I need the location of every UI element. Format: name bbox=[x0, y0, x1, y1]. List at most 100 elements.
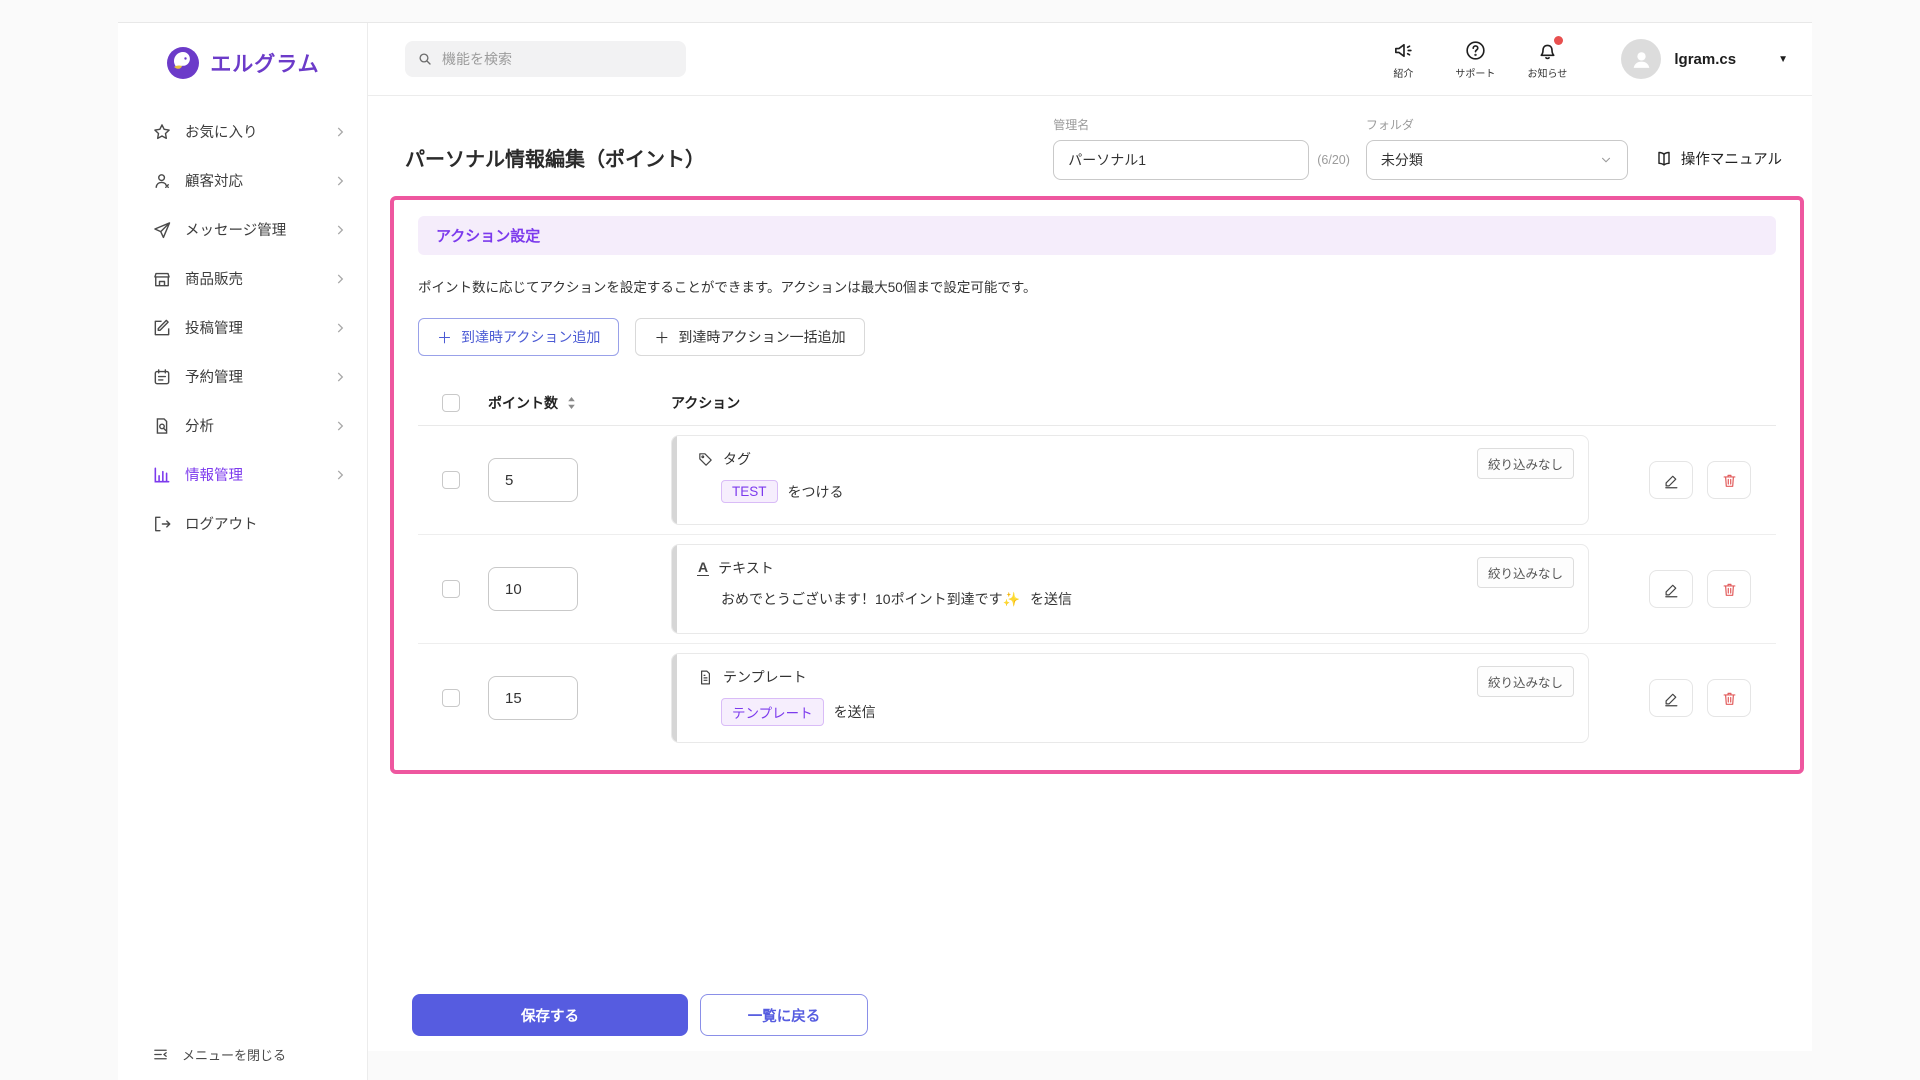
chevron-right-icon bbox=[333, 272, 347, 286]
sidebar-item-label: メッセージ管理 bbox=[185, 219, 333, 240]
actions-table: ポイント数 アクション bbox=[418, 380, 1776, 752]
save-button[interactable]: 保存する bbox=[412, 994, 688, 1036]
tag-icon bbox=[697, 451, 714, 468]
pencil-icon bbox=[1663, 581, 1680, 598]
char-counter: (6/20) bbox=[1317, 153, 1350, 167]
sort-icon[interactable] bbox=[566, 396, 577, 410]
page-title: パーソナル情報編集（ポイント） bbox=[405, 143, 705, 172]
news-label: お知らせ bbox=[1527, 65, 1567, 80]
search-input[interactable] bbox=[442, 51, 674, 67]
delete-button[interactable] bbox=[1707, 461, 1751, 499]
delete-button[interactable] bbox=[1707, 570, 1751, 608]
bulk-add-action-label: 到達時アクション一括追加 bbox=[678, 327, 845, 347]
sidebar: エルグラム お気に入り 顧客対応 メッセージ管理 商品販売 bbox=[118, 23, 368, 1080]
avatar-person-icon bbox=[1629, 47, 1654, 72]
sidebar-item-favorites[interactable]: お気に入り bbox=[118, 107, 367, 156]
intro-label: 紹介 bbox=[1393, 65, 1413, 80]
collapse-menu-button[interactable]: メニューを閉じる bbox=[152, 1045, 286, 1064]
send-icon bbox=[152, 220, 172, 240]
action-row: タグ TEST をつける 絞り込みなし bbox=[418, 426, 1776, 535]
points-input[interactable] bbox=[488, 676, 578, 720]
add-action-label: 到達時アクション追加 bbox=[461, 327, 600, 347]
chevron-right-icon bbox=[333, 468, 347, 482]
store-icon bbox=[152, 269, 172, 289]
main-area: パーソナル情報編集（ポイント） 管理名 (6/20) フォルダ 未分類 bbox=[368, 96, 1812, 1080]
sidebar-item-post-management[interactable]: 投稿管理 bbox=[118, 303, 367, 352]
collapse-menu-icon bbox=[152, 1046, 169, 1063]
help-circle-icon bbox=[1464, 39, 1487, 62]
topbar: 紹介 サポート お知らせ lgram.cs ▼ bbox=[368, 23, 1812, 96]
sidebar-item-product-sales[interactable]: 商品販売 bbox=[118, 254, 367, 303]
search-box[interactable] bbox=[405, 41, 686, 77]
intro-button[interactable]: 紹介 bbox=[1381, 39, 1425, 80]
collapse-menu-label: メニューを閉じる bbox=[182, 1045, 286, 1064]
row-checkbox[interactable] bbox=[442, 471, 460, 489]
folder-select-value: 未分類 bbox=[1381, 150, 1423, 170]
points-input[interactable] bbox=[488, 567, 578, 611]
action-type: テキスト bbox=[718, 558, 774, 578]
support-label: サポート bbox=[1455, 65, 1495, 80]
sidebar-menu: お気に入り 顧客対応 メッセージ管理 商品販売 投稿管理 bbox=[118, 107, 367, 548]
edit-square-icon bbox=[152, 318, 172, 338]
action-suffix: を送信 bbox=[834, 702, 876, 722]
filter-badge: 絞り込みなし bbox=[1477, 448, 1574, 479]
template-badge: テンプレート bbox=[721, 698, 824, 726]
pencil-icon bbox=[1663, 472, 1680, 489]
chevron-down-icon bbox=[1599, 153, 1613, 167]
logo[interactable]: エルグラム bbox=[118, 23, 367, 81]
avatar bbox=[1621, 39, 1661, 79]
folder-label: フォルダ bbox=[1366, 116, 1628, 133]
manual-link-label: 操作マニュアル bbox=[1681, 148, 1782, 169]
edit-button[interactable] bbox=[1649, 461, 1693, 499]
back-to-list-button[interactable]: 一覧に戻る bbox=[700, 994, 868, 1036]
logo-text: エルグラム bbox=[210, 48, 319, 78]
bulk-add-action-button[interactable]: ＋ 到達時アクション一括追加 bbox=[635, 318, 864, 356]
points-column-header: ポイント数 bbox=[488, 393, 558, 413]
search-icon bbox=[417, 51, 433, 67]
action-type: タグ bbox=[723, 449, 751, 469]
sidebar-item-analytics[interactable]: 分析 bbox=[118, 401, 367, 450]
user-menu[interactable]: lgram.cs ▼ bbox=[1621, 39, 1788, 79]
add-action-button[interactable]: ＋ 到達時アクション追加 bbox=[418, 318, 619, 356]
edit-button[interactable] bbox=[1649, 570, 1693, 608]
chevron-right-icon bbox=[333, 174, 347, 188]
news-button[interactable]: お知らせ bbox=[1525, 39, 1569, 80]
sidebar-item-customer-support[interactable]: 顧客対応 bbox=[118, 156, 367, 205]
sidebar-item-label: 顧客対応 bbox=[185, 170, 333, 191]
book-icon bbox=[1654, 149, 1674, 169]
sidebar-item-reservation-management[interactable]: 予約管理 bbox=[118, 352, 367, 401]
topbar-actions: 紹介 サポート お知らせ lgram.cs ▼ bbox=[1381, 39, 1788, 80]
row-checkbox[interactable] bbox=[442, 580, 460, 598]
section-title: アクション設定 bbox=[418, 216, 1776, 255]
delete-button[interactable] bbox=[1707, 679, 1751, 717]
chevron-right-icon bbox=[333, 321, 347, 335]
action-message: おめでとうございます！10ポイント到達です✨ bbox=[721, 589, 1020, 609]
sidebar-item-label: ログアウト bbox=[185, 513, 347, 534]
notification-dot bbox=[1554, 36, 1563, 45]
folder-select[interactable]: 未分類 bbox=[1366, 140, 1628, 180]
manual-link[interactable]: 操作マニュアル bbox=[1654, 148, 1782, 169]
plus-icon: ＋ bbox=[437, 327, 452, 348]
pencil-icon bbox=[1663, 690, 1680, 707]
points-input[interactable] bbox=[488, 458, 578, 502]
sidebar-item-logout[interactable]: ログアウト bbox=[118, 499, 367, 548]
sidebar-item-label: 情報管理 bbox=[185, 464, 333, 485]
select-all-checkbox[interactable] bbox=[442, 394, 460, 412]
sidebar-item-label: お気に入り bbox=[185, 121, 333, 142]
edit-button[interactable] bbox=[1649, 679, 1693, 717]
action-row: A テキスト おめでとうございます！10ポイント到達です✨ を送信 絞り込みなし bbox=[418, 535, 1776, 644]
admin-name-input[interactable] bbox=[1053, 140, 1309, 180]
filter-badge: 絞り込みなし bbox=[1477, 666, 1574, 697]
sidebar-item-information-management[interactable]: 情報管理 bbox=[118, 450, 367, 499]
row-checkbox[interactable] bbox=[442, 689, 460, 707]
action-card: テンプレート テンプレート を送信 絞り込みなし bbox=[671, 653, 1589, 743]
admin-name-label: 管理名 bbox=[1053, 116, 1309, 133]
action-type: テンプレート bbox=[723, 667, 807, 687]
section-description: ポイント数に応じてアクションを設定することができます。アクションは最大50個まで… bbox=[418, 276, 1776, 296]
sidebar-item-message-management[interactable]: メッセージ管理 bbox=[118, 205, 367, 254]
bar-chart-icon bbox=[152, 465, 172, 485]
person-icon bbox=[152, 171, 172, 191]
trash-icon bbox=[1721, 472, 1738, 489]
chevron-right-icon bbox=[333, 419, 347, 433]
support-button[interactable]: サポート bbox=[1453, 39, 1497, 80]
